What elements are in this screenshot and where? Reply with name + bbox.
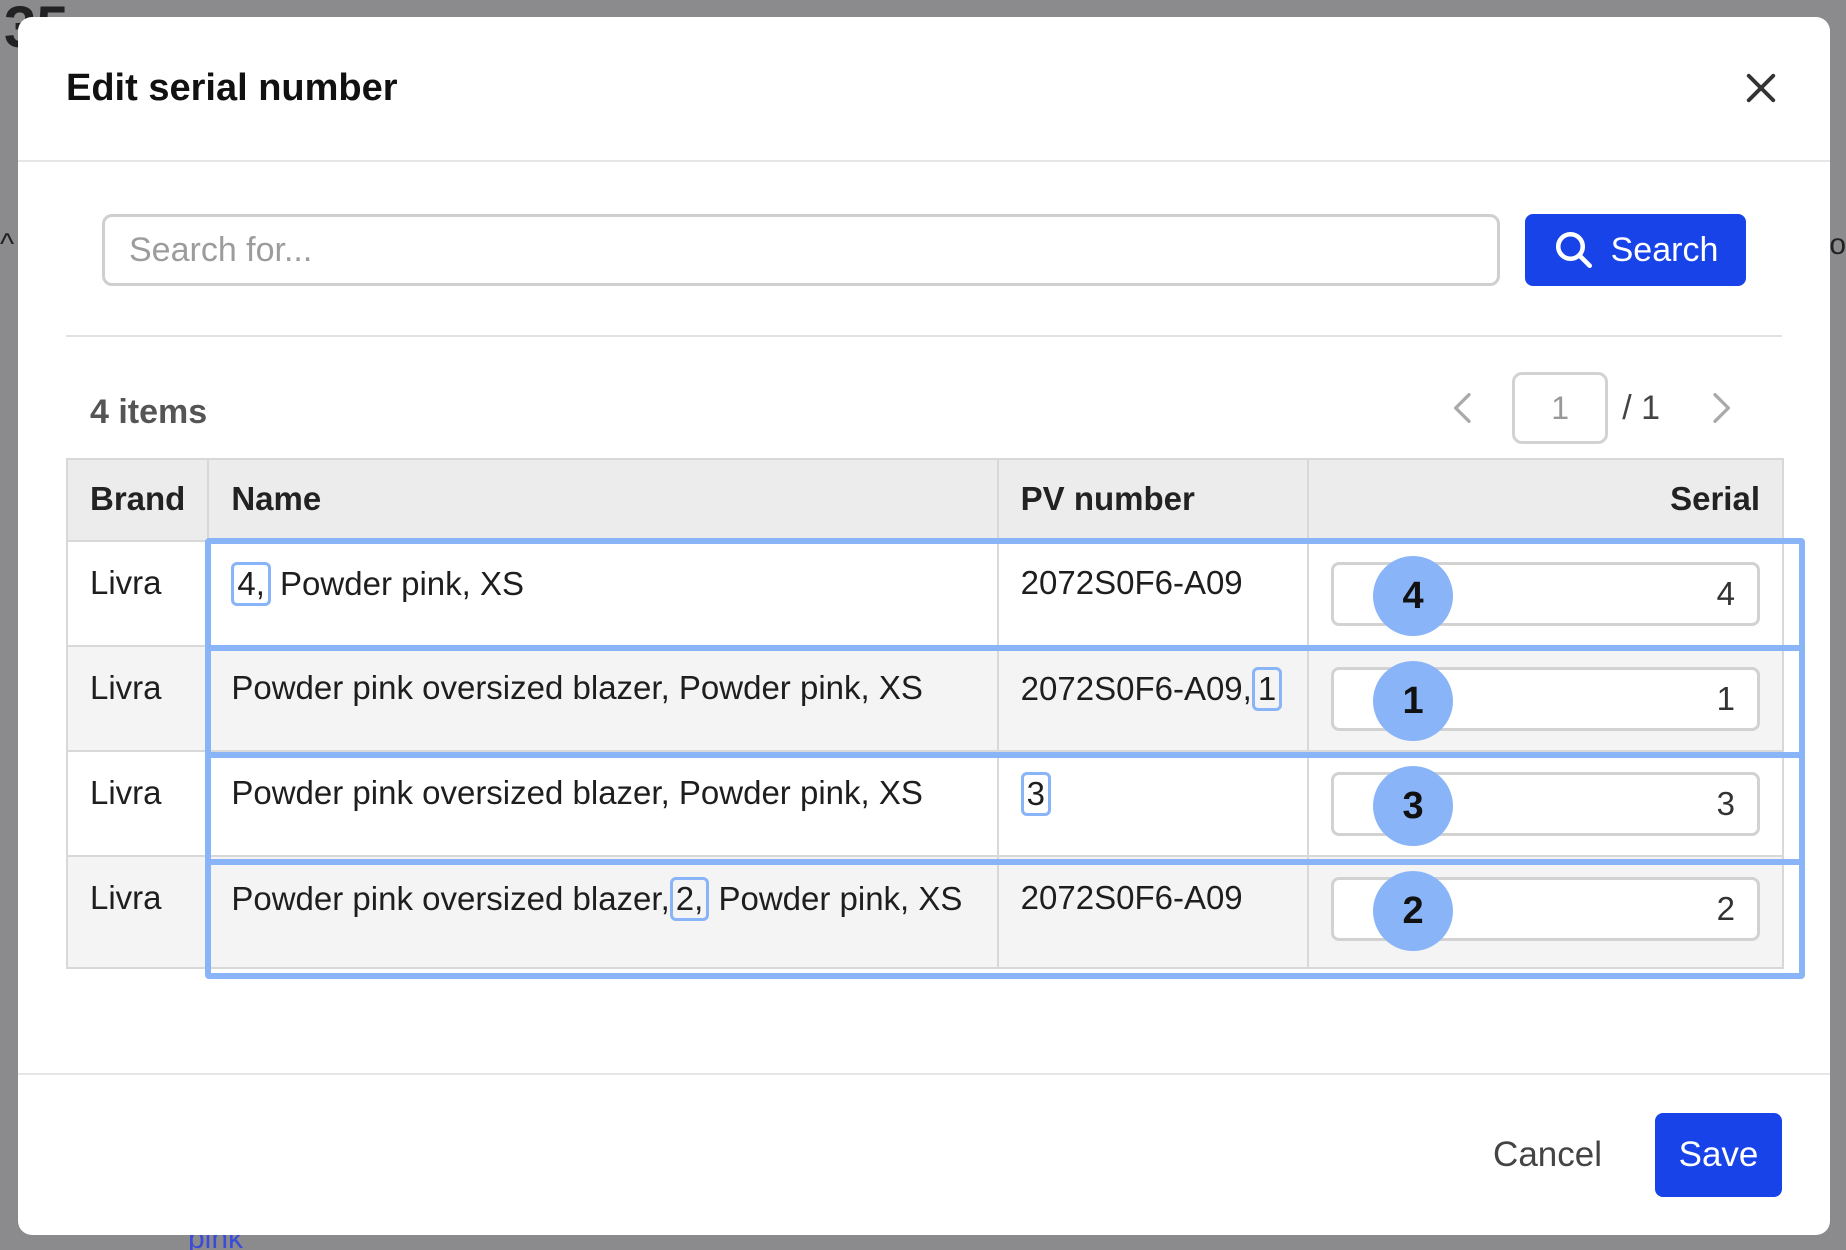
cell-brand: Livra — [65, 540, 210, 647]
cell-serial: 3 — [1307, 750, 1784, 857]
search-button-label: Search — [1610, 230, 1719, 269]
name-text: Powder pink, XS — [718, 880, 963, 917]
prev-page-button[interactable] — [1444, 388, 1484, 428]
search-bar: Search — [102, 214, 1746, 288]
pv-text: 2072S0F6-A09, — [1020, 670, 1252, 707]
chevron-left-icon — [1454, 393, 1471, 423]
close-icon — [1746, 73, 1776, 103]
table-row: Livra Powder pink oversized blazer, Powd… — [65, 750, 1784, 857]
column-header-name[interactable]: Name — [207, 458, 999, 542]
cell-pv-number: 2072S0F6-A09 — [996, 855, 1310, 969]
cell-name: Powder pink oversized blazer, Powder pin… — [207, 750, 999, 857]
cell-brand: Livra — [65, 645, 210, 752]
page-number-input[interactable] — [1512, 372, 1609, 444]
cell-name: 4, Powder pink, XS — [207, 540, 999, 647]
name-text: Powder pink oversized blazer, — [231, 880, 670, 917]
next-page-button[interactable] — [1700, 388, 1740, 428]
order-badge: 2 — [1373, 871, 1454, 951]
order-badge: 3 — [1373, 766, 1454, 846]
edit-serial-dialog: Edit serial number Search 4 items / 1 — [18, 17, 1830, 1235]
dialog-header: Edit serial number — [18, 17, 1830, 162]
pv-mark: 1 — [1251, 667, 1283, 711]
cell-brand: Livra — [65, 750, 210, 857]
backdrop-caret: ^ — [0, 228, 15, 261]
cancel-button[interactable]: Cancel — [1477, 1113, 1618, 1197]
dialog-footer: Cancel Save — [18, 1073, 1830, 1235]
pagination: / 1 — [1444, 372, 1740, 444]
cell-pv-number: 2072S0F6-A09, 1 — [996, 645, 1310, 752]
name-text: Powder pink, XS — [280, 565, 525, 602]
backdrop-text-right: o — [1829, 228, 1846, 261]
table-row: Livra Powder pink oversized blazer, 2, Po… — [65, 855, 1784, 969]
dialog-title: Edit serial number — [66, 67, 398, 109]
table-row: Livra Powder pink oversized blazer, Powd… — [65, 645, 1784, 752]
table-header-row: Brand Name PV number Serial — [65, 458, 1784, 542]
items-table: Brand Name PV number Serial Livra 4, Pow… — [65, 458, 1784, 969]
name-mark: 2, — [669, 877, 710, 921]
order-badge: 4 — [1373, 556, 1454, 636]
column-header-pv-number[interactable]: PV number — [996, 458, 1310, 542]
page-total: / 1 — [1622, 388, 1660, 427]
chevron-right-icon — [1713, 393, 1730, 423]
order-badge: 1 — [1373, 661, 1454, 741]
cell-name: Powder pink oversized blazer, Powder pin… — [207, 645, 999, 752]
search-button[interactable]: Search — [1525, 214, 1746, 286]
cell-serial: 1 — [1307, 645, 1784, 752]
search-icon — [1555, 231, 1592, 269]
cell-brand: Livra — [65, 855, 210, 969]
name-mark: 4, — [231, 562, 271, 606]
table-row: Livra 4, Powder pink, XS 2072S0F6-A09 4 — [65, 540, 1784, 647]
cell-pv-number: 2072S0F6-A09 — [996, 540, 1310, 647]
close-button[interactable] — [1740, 67, 1782, 109]
column-header-brand[interactable]: Brand — [65, 458, 210, 542]
cell-name: Powder pink oversized blazer, 2, Powder p… — [207, 855, 999, 969]
search-input[interactable] — [102, 214, 1500, 286]
pv-mark: 3 — [1020, 772, 1052, 816]
save-button[interactable]: Save — [1655, 1113, 1782, 1197]
column-header-serial[interactable]: Serial — [1307, 458, 1784, 542]
items-count: 4 items — [90, 393, 208, 431]
cell-serial: 2 — [1307, 855, 1784, 969]
cell-pv-number: 3 — [996, 750, 1310, 857]
cell-serial: 4 — [1307, 540, 1784, 647]
divider — [66, 335, 1782, 337]
